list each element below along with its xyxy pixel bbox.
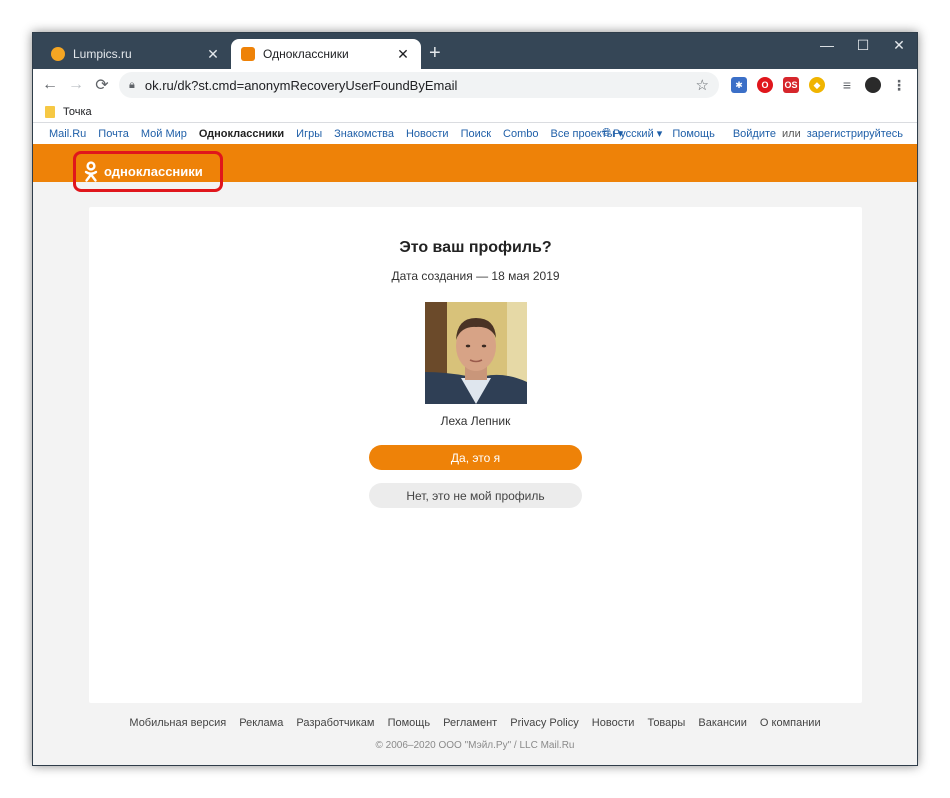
- os-extension-icon[interactable]: OS: [783, 77, 799, 93]
- ok-favicon-icon: [241, 47, 255, 61]
- playlist-extension-icon[interactable]: ≡: [839, 77, 855, 93]
- tab-title: Одноклассники: [263, 47, 349, 61]
- portal-link-poisk[interactable]: Поиск: [461, 128, 491, 140]
- profile-photo-icon: [425, 302, 527, 404]
- creation-date: Дата создания — 18 мая 2019: [391, 269, 560, 283]
- avatar: [425, 302, 527, 404]
- ok-logo[interactable]: одноклассники: [73, 151, 223, 192]
- tab-title: Lumpics.ru: [73, 47, 132, 61]
- or-text: или: [782, 127, 801, 140]
- footer-link-mobile[interactable]: Мобильная версия: [129, 717, 226, 729]
- globe-icon: 🌐︎: [602, 127, 611, 139]
- portal-link-znakomstva[interactable]: Знакомства: [334, 128, 394, 140]
- portal-link-combo[interactable]: Combo: [503, 128, 538, 140]
- browser-window: Lumpics.ru ✕ Одноклассники ✕ + — ☐ ✕ ← →…: [32, 32, 918, 766]
- profile-avatar-icon[interactable]: [865, 77, 881, 93]
- footer-link-news[interactable]: Новости: [592, 717, 635, 729]
- reject-profile-button[interactable]: Нет, это не мой профиль: [369, 483, 582, 508]
- register-link[interactable]: зарегистрируйтесь: [807, 128, 903, 140]
- footer-link-jobs[interactable]: Вакансии: [698, 717, 747, 729]
- footer-link-about[interactable]: О компании: [760, 717, 821, 729]
- lock-icon: 🔒︎: [129, 78, 135, 91]
- footer-link-help[interactable]: Помощь: [388, 717, 431, 729]
- forward-button[interactable]: →: [63, 76, 89, 94]
- portal-link-moy-mir[interactable]: Мой Мир: [141, 128, 187, 140]
- menu-kebab-icon[interactable]: ⋮: [891, 77, 907, 93]
- ok-header: одноклассники: [33, 144, 917, 192]
- new-tab-button[interactable]: +: [429, 43, 441, 63]
- folder-icon: [45, 105, 55, 118]
- shield-extension-icon[interactable]: ◆: [809, 77, 825, 93]
- tab-odnoklassniki[interactable]: Одноклассники ✕: [231, 39, 421, 69]
- bookmarks-bar: Точка: [33, 101, 917, 123]
- footer-link-developers[interactable]: Разработчикам: [296, 717, 374, 729]
- ok-logo-icon: [84, 160, 98, 182]
- footer-link-goods[interactable]: Товары: [647, 717, 685, 729]
- profile-card: Это ваш профиль? Дата создания — 18 мая …: [89, 207, 862, 703]
- user-name: Леха Лепник: [440, 414, 511, 428]
- ok-logo-text: одноклассники: [104, 164, 203, 179]
- copyright-text: © 2006–2020 ООО "Мэйл.Ру" / LLC Mail.Ru: [375, 740, 575, 751]
- bookmark-star-icon[interactable]: ☆: [696, 76, 709, 94]
- browser-toolbar: ← → ⟳ 🔒︎ ok.ru/dk?st.cmd=anonymRecoveryU…: [33, 69, 917, 101]
- help-link[interactable]: Помощь: [672, 128, 715, 140]
- minimize-button[interactable]: —: [809, 37, 845, 53]
- close-tab-icon[interactable]: ✕: [205, 46, 221, 63]
- footer-link-ads[interactable]: Реклама: [239, 717, 283, 729]
- back-button[interactable]: ←: [37, 76, 63, 94]
- portal-link-pochta[interactable]: Почта: [98, 128, 129, 140]
- portal-link-odnoklassniki[interactable]: Одноклассники: [199, 128, 284, 140]
- portal-link-mailru[interactable]: Mail.Ru: [49, 128, 86, 140]
- maximize-button[interactable]: ☐: [845, 37, 881, 54]
- opera-extension-icon[interactable]: O: [757, 77, 773, 93]
- close-tab-icon[interactable]: ✕: [395, 46, 411, 63]
- footer-link-privacy[interactable]: Privacy Policy: [510, 717, 578, 729]
- vpn-extension-icon[interactable]: ✱: [731, 77, 747, 93]
- lumpics-favicon-icon: [51, 47, 65, 61]
- portal-link-igry[interactable]: Игры: [296, 128, 322, 140]
- footer-link-rules[interactable]: Регламент: [443, 717, 497, 729]
- page-footer: Мобильная версия Реклама Разработчикам П…: [33, 717, 917, 751]
- close-window-button[interactable]: ✕: [881, 37, 917, 54]
- reload-button[interactable]: ⟳: [89, 75, 115, 95]
- portal-link-novosti[interactable]: Новости: [406, 128, 449, 140]
- footer-links: Мобильная версия Реклама Разработчикам П…: [33, 717, 917, 729]
- portal-nav-right: 🌐︎ Русский ▾ Помощь Войдите или зарегист…: [596, 127, 903, 140]
- login-link[interactable]: Войдите: [733, 128, 776, 140]
- tab-bar: Lumpics.ru ✕ Одноклассники ✕ + — ☐ ✕: [33, 33, 917, 69]
- bookmark-tochka[interactable]: Точка: [63, 106, 92, 118]
- portal-nav: Mail.Ru Почта Мой Мир Одноклассники Игры…: [33, 123, 917, 144]
- tab-lumpics[interactable]: Lumpics.ru ✕: [41, 39, 231, 69]
- address-bar[interactable]: 🔒︎ ok.ru/dk?st.cmd=anonymRecoveryUserFou…: [119, 72, 719, 98]
- confirm-profile-button[interactable]: Да, это я: [369, 445, 582, 470]
- url-text: ok.ru/dk?st.cmd=anonymRecoveryUserFoundB…: [144, 77, 458, 93]
- language-selector[interactable]: Русский ▾: [613, 127, 662, 140]
- page-title: Это ваш профиль?: [399, 239, 552, 256]
